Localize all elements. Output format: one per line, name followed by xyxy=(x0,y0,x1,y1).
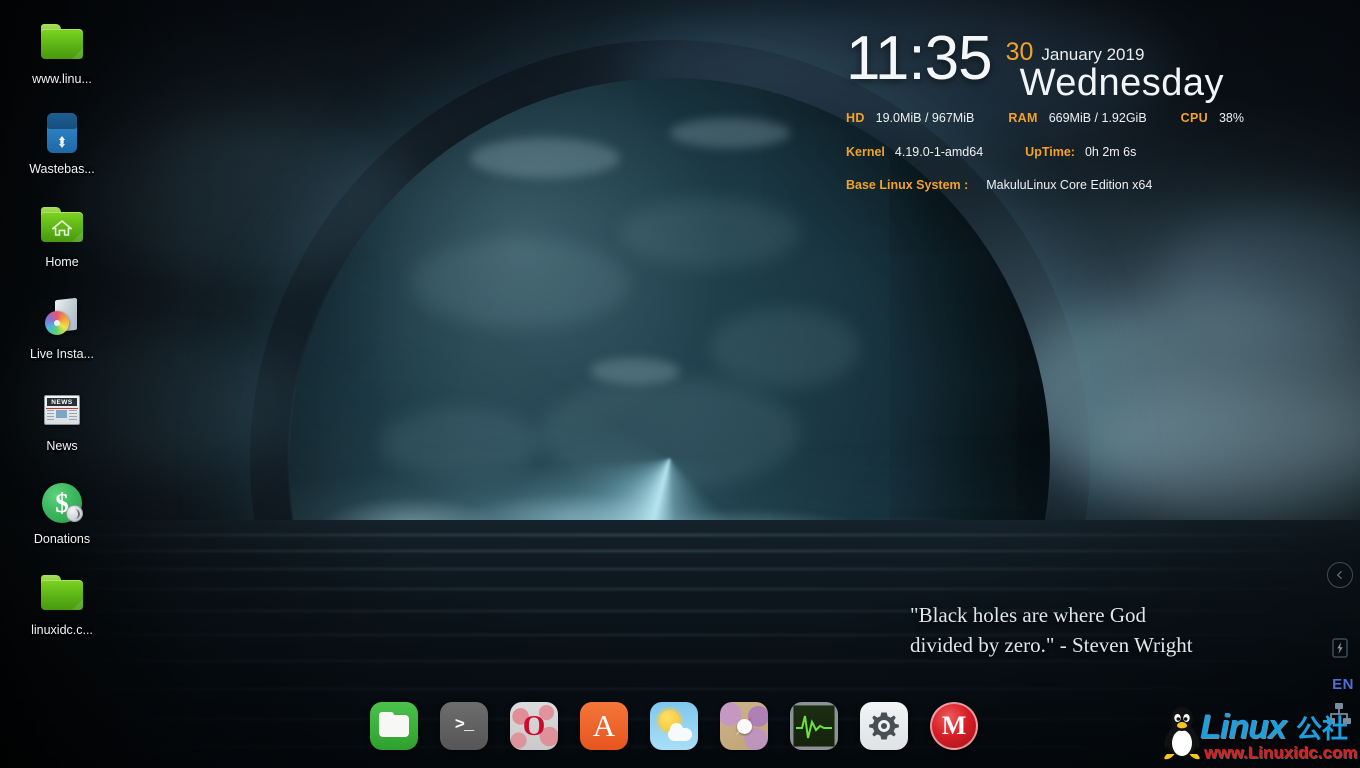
dock-item-weather[interactable] xyxy=(650,702,698,750)
terminal-prompt: >_ xyxy=(454,715,474,735)
clock-time: 11:35 xyxy=(846,24,993,93)
desktop-icon-label: linuxidc.c... xyxy=(31,623,93,637)
live-installer-icon xyxy=(39,295,85,341)
desktop-icon-wastebasket[interactable]: Wastebas... xyxy=(0,110,124,176)
makulu-logo-icon: M xyxy=(930,702,978,750)
dock-item-terminal[interactable]: >_ xyxy=(440,702,488,750)
kernel-label: Kernel xyxy=(846,145,885,159)
stat-label-hd: HD xyxy=(846,111,865,125)
news-icon-headline: NEWS xyxy=(47,398,77,406)
dock-item-files[interactable] xyxy=(370,702,418,750)
system-tray: EN xyxy=(1316,0,1360,768)
conky-date-block: 30 January 2019 Wednesday xyxy=(1006,28,1225,104)
home-folder-icon xyxy=(39,203,85,249)
system-monitor-icon xyxy=(790,702,838,750)
stat-value-hd: 19.0MiB / 967MiB xyxy=(875,111,975,125)
stat-value-cpu: 38% xyxy=(1218,111,1244,125)
letter-a-icon: A xyxy=(580,702,628,750)
weather-icon xyxy=(650,702,698,750)
desktop-icon-linuxidc[interactable]: linuxidc.c... xyxy=(0,571,124,637)
dock-item-opera[interactable]: O xyxy=(510,702,558,750)
dock-item-system-monitor[interactable] xyxy=(790,702,838,750)
conky-stats-row: HD 19.0MiB / 967MiB RAM 669MiB / 1.92GiB… xyxy=(846,111,1346,125)
desktop-icon-label: Donations xyxy=(33,532,91,546)
desktop-icon-home[interactable]: Home xyxy=(0,203,124,269)
conky-kernel-row: Kernel 4.19.0-1-amd64 UpTime: 0h 2m 6s xyxy=(846,145,1346,159)
watermark-brand-cn: 公社 xyxy=(1295,714,1348,744)
uptime-label: UpTime: xyxy=(1025,145,1075,159)
compass-maps-icon xyxy=(720,702,768,750)
battery-charging-icon[interactable] xyxy=(1328,636,1352,660)
desktop-icon-label: Wastebas... xyxy=(29,162,95,176)
file-manager-icon xyxy=(370,702,418,750)
gear-icon xyxy=(860,702,908,750)
desktop-icon-label: News xyxy=(46,439,78,453)
folder-icon xyxy=(39,20,85,66)
quote-line-1: "Black holes are where God xyxy=(910,603,1146,627)
quote-line-2: divided by zero." - Steven Wright xyxy=(910,633,1193,657)
editor-letter: A xyxy=(592,707,616,743)
uptime-value: 0h 2m 6s xyxy=(1084,145,1137,159)
terminal-icon: >_ xyxy=(440,702,488,750)
desktop-icon-live-installer[interactable]: Live Insta... xyxy=(0,295,124,361)
tux-penguin-icon xyxy=(1164,707,1200,760)
desktop-icon-label: Live Insta... xyxy=(30,347,94,361)
stat-label-ram: RAM xyxy=(1008,111,1038,125)
chevron-left-icon xyxy=(1336,570,1342,580)
dock-item-maps[interactable] xyxy=(720,702,768,750)
application-dock: >_ O A M xyxy=(370,702,978,750)
watermark-brand: Linux xyxy=(1200,708,1287,746)
conky-clock-row: 11:35 30 January 2019 Wednesday xyxy=(846,24,1346,104)
wastebasket-icon xyxy=(39,110,85,156)
dock-item-settings[interactable] xyxy=(860,702,908,750)
date-weekday: Wednesday xyxy=(1019,62,1225,104)
opera-letter: O xyxy=(522,709,546,742)
base-system-value: MakuluLinux Core Edition x64 xyxy=(986,178,1153,192)
desktop-icon-www-linux[interactable]: www.linu... xyxy=(0,20,124,86)
kernel-value: 4.19.0-1-amd64 xyxy=(894,145,984,159)
stat-label-cpu: CPU xyxy=(1180,111,1208,125)
opera-browser-icon: O xyxy=(510,702,558,750)
watermark-url: www.Linuxidc.com xyxy=(1204,743,1358,762)
desktop-icon-label: www.linu... xyxy=(32,72,92,86)
conky-base-system-row: Base Linux System : MakuluLinux Core Edi… xyxy=(846,178,1346,192)
watermark: Linux 公社 www.Linuxidc.com xyxy=(1152,688,1357,764)
base-system-label: Base Linux System : xyxy=(846,178,969,192)
donations-icon: $ xyxy=(39,480,85,526)
tray-collapse-toggle[interactable] xyxy=(1327,562,1353,588)
conky-system-widget: 11:35 30 January 2019 Wednesday HD 19.0M… xyxy=(846,24,1346,193)
desktop-icon-donations[interactable]: $ Donations xyxy=(0,480,124,546)
news-icon: NEWS xyxy=(39,387,85,433)
stat-value-ram: 669MiB / 1.92GiB xyxy=(1048,111,1147,125)
makulu-letter: M xyxy=(941,711,967,740)
folder-icon xyxy=(39,571,85,617)
desktop-quote: "Black holes are where God divided by ze… xyxy=(910,600,1310,660)
dock-item-editor[interactable]: A xyxy=(580,702,628,750)
desktop-icon-label: Home xyxy=(45,255,79,269)
desktop-icon-news[interactable]: NEWS News xyxy=(0,387,124,453)
dock-item-makulu-menu[interactable]: M xyxy=(930,702,978,750)
